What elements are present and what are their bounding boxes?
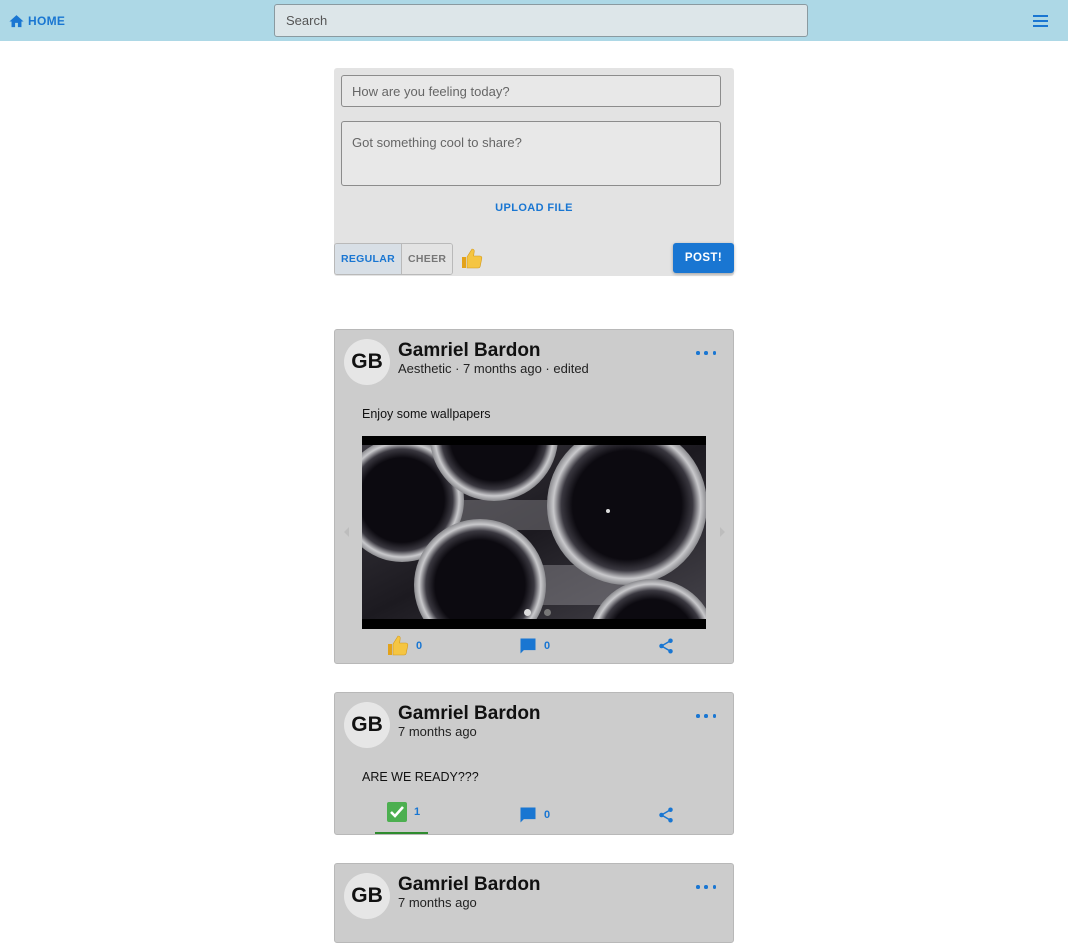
more-options-icon[interactable] <box>696 710 716 722</box>
post-meta: 7 months ago <box>398 895 477 910</box>
post-button[interactable]: POST! <box>673 243 734 273</box>
reaction-count: 1 <box>414 806 421 818</box>
comment-icon <box>520 807 536 823</box>
more-options-icon[interactable] <box>696 347 716 359</box>
reaction-button[interactable]: 1 <box>386 799 420 825</box>
mood-title-input[interactable] <box>341 75 721 107</box>
comment-button[interactable]: 0 <box>518 802 550 828</box>
mode-regular-button[interactable]: REGULAR <box>335 244 403 274</box>
share-button[interactable] <box>657 633 675 659</box>
post-author[interactable]: Gamriel Bardon <box>398 874 541 896</box>
carousel-dot[interactable] <box>524 609 531 616</box>
reaction-button[interactable]: 0 <box>386 633 422 659</box>
avatar[interactable]: GB <box>344 873 390 919</box>
post-card: GB Gamriel Bardon 7 months ago <box>334 863 734 943</box>
post-author[interactable]: Gamriel Bardon <box>398 703 541 725</box>
carousel-prev-icon[interactable] <box>342 526 352 538</box>
post-body-input[interactable] <box>341 121 721 186</box>
home-label: HOME <box>28 14 66 28</box>
check-mark-icon <box>387 802 407 822</box>
comment-button[interactable]: 0 <box>518 633 550 659</box>
home-button[interactable]: HOME <box>8 11 65 31</box>
mode-cheer-button[interactable]: CHEER <box>402 244 453 274</box>
thumbs-up-icon[interactable] <box>460 247 484 271</box>
home-icon <box>9 14 24 27</box>
post-composer: UPLOAD FILE REGULAR CHEER POST! <box>334 68 734 276</box>
post-mode-toggle: REGULAR CHEER <box>334 243 454 275</box>
thumbs-up-icon <box>388 635 409 656</box>
top-app-bar: HOME <box>0 0 1068 41</box>
comment-icon <box>520 638 536 654</box>
reaction-active-indicator <box>375 832 428 834</box>
menu-icon[interactable] <box>1030 12 1052 30</box>
post-author[interactable]: Gamriel Bardon <box>398 340 541 362</box>
post-actions: 0 0 <box>335 633 733 659</box>
share-icon <box>659 807 673 823</box>
post-text: Enjoy some wallpapers <box>362 407 491 421</box>
more-options-icon[interactable] <box>696 881 716 893</box>
reaction-count: 0 <box>416 640 423 652</box>
avatar[interactable]: GB <box>344 339 390 385</box>
post-actions: 1 0 <box>335 799 733 828</box>
carousel-image <box>362 445 706 619</box>
image-carousel[interactable] <box>362 436 706 629</box>
search-input[interactable] <box>274 4 808 37</box>
upload-file-button[interactable]: UPLOAD FILE <box>334 202 734 214</box>
post-text: ARE WE READY??? <box>362 770 479 784</box>
comment-count: 0 <box>544 809 551 821</box>
share-icon <box>659 638 673 654</box>
comment-count: 0 <box>544 640 551 652</box>
post-card: GB Gamriel Bardon 7 months ago ARE WE RE… <box>334 692 734 835</box>
carousel-next-icon[interactable] <box>717 526 727 538</box>
post-card: GB Gamriel Bardon Aesthetic · 7 months a… <box>334 329 734 664</box>
avatar[interactable]: GB <box>344 702 390 748</box>
post-meta: Aesthetic · 7 months ago · edited <box>398 361 589 376</box>
carousel-dot[interactable] <box>544 609 551 616</box>
post-meta: 7 months ago <box>398 724 477 739</box>
carousel-dots <box>362 609 706 616</box>
share-button[interactable] <box>657 802 675 828</box>
